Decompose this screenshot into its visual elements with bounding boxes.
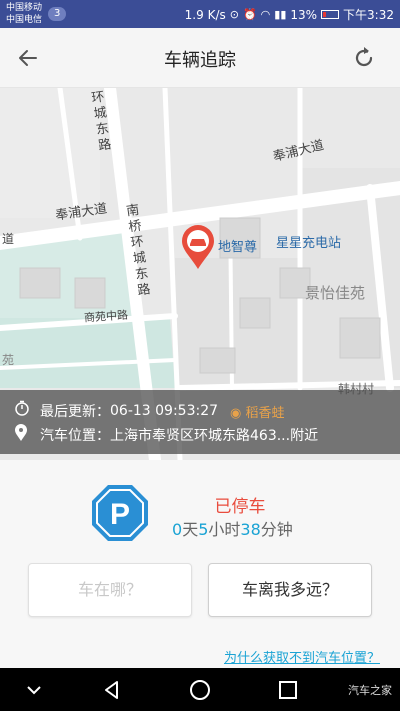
back-triangle-icon xyxy=(105,681,118,699)
carrier-2: 中国电信 xyxy=(6,15,43,25)
location-help-link[interactable]: 为什么获取不到汽车位置？ xyxy=(224,647,380,666)
refresh-icon xyxy=(355,47,373,67)
parking-sign-icon: P xyxy=(92,485,148,541)
where-is-car-button[interactable]: 车在哪？ xyxy=(28,563,192,617)
title-bar: 车辆追踪 xyxy=(0,28,400,88)
road-label: 商苑中路 xyxy=(83,308,129,325)
duration-minutes: 38 xyxy=(240,520,261,539)
last-update-label: 最后更新： xyxy=(40,404,110,420)
car-location-value: 上海市奉贤区环城东路463...附近 xyxy=(110,428,319,444)
network-speed: 1.9 K/s xyxy=(184,7,226,22)
wifi-icon: ◠ xyxy=(260,8,271,21)
carrier-1: 中国移动 xyxy=(6,3,43,13)
status-bar: 中国移动 中国电信 3 1.9 K/s ⊙ ⏰ ◠ ▮▮ 13% 下午3:32 xyxy=(0,0,400,28)
car-location-pin-icon xyxy=(182,225,214,269)
status-icons: 1.9 K/s ⊙ ⏰ ◠ ▮▮ 13% 下午3:32 xyxy=(185,6,394,23)
notification-badge: 3 xyxy=(48,7,67,21)
location-icon: ⊙ xyxy=(229,8,239,21)
recents-square-icon xyxy=(279,681,297,699)
car-distance-button[interactable]: 车离我多远？ xyxy=(208,563,372,617)
duration-minutes-unit: 分钟 xyxy=(260,520,293,539)
duration-hours: 5 xyxy=(198,520,209,539)
map-view[interactable]: 环城东路 奉浦大道 奉浦大道 南桥环城东路 商苑中路 道 地智尊 星星充电站 景… xyxy=(0,88,400,460)
parking-status: 已停车 xyxy=(214,497,266,517)
last-update-value: 06-13 09:53:27 xyxy=(110,403,219,419)
duration-days: 0 xyxy=(172,520,183,539)
chevron-down-icon xyxy=(27,686,41,695)
battery-percent: 13% xyxy=(290,7,318,22)
parked-duration: 0天5小时38分钟 xyxy=(172,516,293,540)
map-poi-label: 星星充电站 xyxy=(276,236,342,251)
map-poi-label: 地智尊 xyxy=(218,240,258,255)
location-info-panel: 最后更新： 06-13 09:53:27 ◉ 稻香蛙 汽车位置： 上海市奉贤区环… xyxy=(0,390,400,454)
road-label: 道 xyxy=(2,232,15,246)
nav-recents-button[interactable] xyxy=(276,678,300,702)
car-location-row: 汽车位置： 上海市奉贤区环城东路463...附近 xyxy=(14,424,318,446)
parking-sign: P xyxy=(90,483,150,543)
hide-nav-button[interactable] xyxy=(22,678,46,702)
duration-days-unit: 天 xyxy=(182,520,199,539)
map-poi-label: 苑 xyxy=(2,353,15,367)
alarm-icon: ⏰ xyxy=(242,8,257,21)
nav-back-button[interactable] xyxy=(100,678,124,702)
map-poi-label: 景怡佳苑 xyxy=(305,284,366,302)
car-location-marker[interactable] xyxy=(180,224,216,270)
battery-icon xyxy=(321,10,340,19)
map-poi-label: ◉ 稻香蛙 xyxy=(230,405,285,421)
system-nav-bar: 汽车之家 xyxy=(0,668,400,711)
page-title: 车辆追踪 xyxy=(164,50,236,71)
duration-hours-unit: 小时 xyxy=(208,520,241,539)
carrier-names: 中国移动 中国电信 xyxy=(6,2,42,26)
nav-home-button[interactable] xyxy=(188,678,212,702)
home-circle-icon xyxy=(190,680,210,700)
refresh-button[interactable] xyxy=(350,44,378,72)
last-update-row: 最后更新： 06-13 09:53:27 ◉ 稻香蛙 xyxy=(14,400,285,422)
svg-text:P: P xyxy=(110,498,130,531)
watermark: 汽车之家 xyxy=(348,684,392,697)
signal-icon: ▮▮ xyxy=(274,8,287,21)
car-location-label: 汽车位置： xyxy=(40,428,110,444)
clock: 下午3:32 xyxy=(343,8,394,22)
